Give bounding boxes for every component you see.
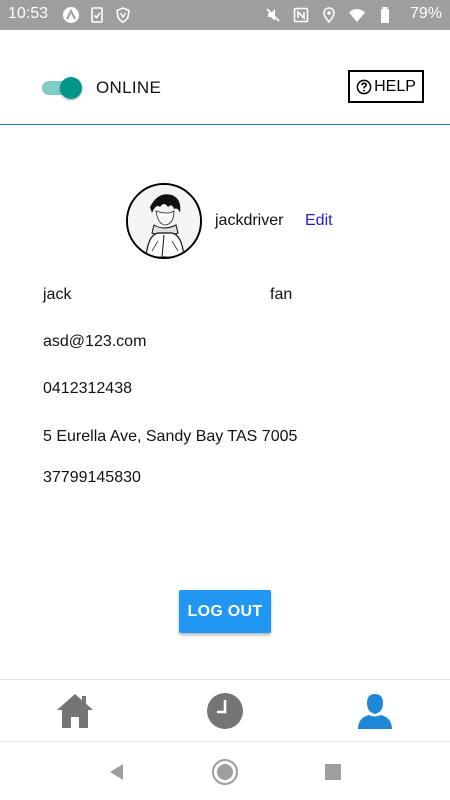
status-bar: 10:53 79% — [0, 0, 450, 30]
address-value: 5 Eurella Ave, Sandy Bay TAS 7005 — [43, 428, 298, 445]
mute-icon — [266, 8, 280, 22]
last-name-value: fan — [270, 286, 293, 303]
status-right-icons — [264, 6, 394, 24]
bottom-tab-bar — [0, 679, 450, 742]
toggle-knob — [60, 77, 82, 99]
edit-profile-link[interactable]: Edit — [305, 212, 333, 230]
system-nav-bar — [0, 741, 450, 800]
tab-profile[interactable] — [300, 680, 450, 742]
recents-square-icon — [325, 764, 341, 780]
tab-history[interactable] — [150, 680, 300, 742]
clock-icon — [207, 693, 243, 729]
nav-home-button[interactable] — [210, 757, 240, 787]
person-icon — [358, 694, 392, 729]
battery-percent: 79% — [409, 5, 442, 22]
help-button[interactable]: HELP — [348, 70, 424, 103]
question-circle-icon — [356, 79, 372, 94]
location-icon — [323, 7, 335, 24]
battery-icon — [381, 7, 389, 23]
tab-home[interactable] — [0, 680, 150, 742]
logout-button[interactable]: LOG OUT — [179, 590, 271, 633]
online-toggle[interactable] — [38, 77, 82, 99]
app-notification-icon — [63, 7, 79, 23]
home-icon — [57, 694, 93, 728]
screen: 10:53 79% ONLINE HELP jackdriver Edit ja… — [0, 0, 450, 800]
email-value: asd@123.com — [43, 333, 147, 350]
shield-icon — [116, 7, 130, 23]
help-label: HELP — [374, 77, 416, 95]
nav-recents-button[interactable] — [318, 757, 348, 787]
clipboard-check-icon — [91, 7, 103, 23]
nfc-icon — [293, 7, 309, 23]
avatar — [126, 183, 202, 259]
status-left-icons — [62, 6, 132, 24]
top-bar: ONLINE HELP — [0, 30, 450, 125]
home-circle-icon — [212, 759, 238, 785]
first-name-value: jack — [43, 286, 72, 303]
wifi-icon — [349, 9, 365, 22]
back-triangle-icon — [110, 764, 123, 780]
status-time: 10:53 — [8, 5, 49, 22]
phone-value: 0412312438 — [43, 380, 132, 397]
account-number-value: 37799145830 — [43, 469, 141, 486]
username: jackdriver — [215, 212, 284, 229]
avatar-illustration — [128, 185, 200, 257]
nav-back-button[interactable] — [102, 757, 132, 787]
online-status-label: ONLINE — [96, 78, 162, 97]
